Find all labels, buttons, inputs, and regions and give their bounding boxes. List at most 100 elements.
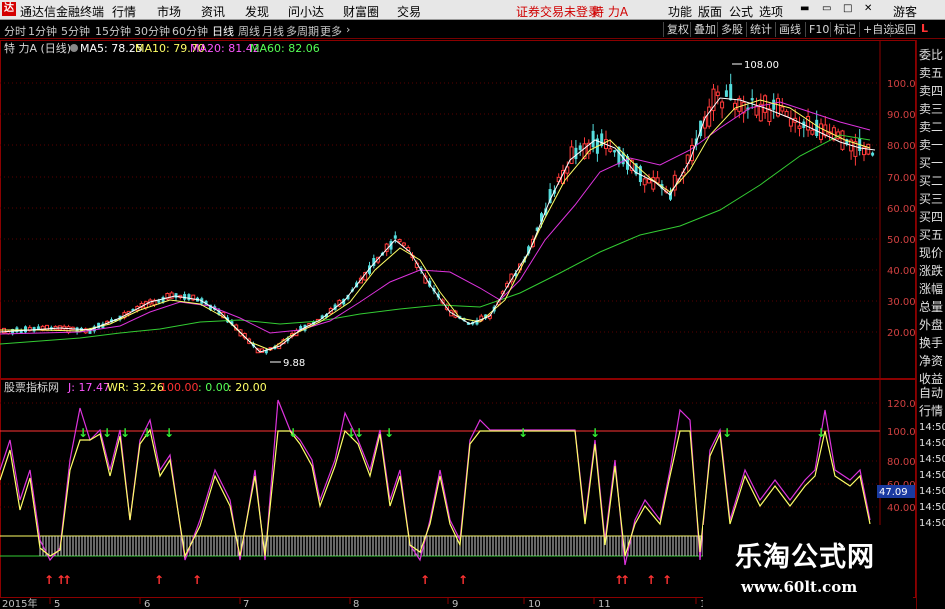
candle-body bbox=[810, 129, 815, 135]
app-title: 通达信金融终端 bbox=[20, 5, 105, 19]
adjust-button[interactable]: 复权 bbox=[663, 22, 692, 37]
x-axis-label: 6 bbox=[144, 599, 150, 609]
sell-signal-arrow-icon: ↓ bbox=[590, 426, 600, 440]
guest-label[interactable]: 游客 bbox=[893, 3, 917, 20]
indicator-line-0: : 0.00 bbox=[198, 381, 230, 394]
tab-weekly[interactable]: 周线 bbox=[238, 23, 260, 39]
tab-5min[interactable]: 5分钟 bbox=[61, 23, 90, 39]
tick-time: 14:50 bbox=[919, 454, 945, 465]
chart-title: 特 力A (日线) bbox=[4, 41, 71, 55]
label-bid3: 买三 bbox=[919, 192, 944, 206]
candle-body bbox=[608, 148, 613, 152]
label-price: 现价 bbox=[919, 246, 944, 260]
label-ask2: 卖二 bbox=[919, 120, 944, 134]
menu-formula[interactable]: 公式 bbox=[729, 3, 753, 20]
x-axis-labels: 2015年 5 6 7 8 9 10 11 12 bbox=[2, 597, 713, 609]
more-chevron-icon[interactable]: › bbox=[346, 23, 350, 36]
low-annotation: 9.88 bbox=[283, 358, 305, 369]
restore-icon[interactable]: ▭ bbox=[822, 3, 831, 14]
buy-signal-arrow-icon: ↑ bbox=[420, 573, 430, 587]
login-status[interactable]: 证券交易未登录 bbox=[516, 3, 600, 20]
menu-quotes[interactable]: 行情 bbox=[112, 3, 136, 20]
indicator-j-value: J: 17.47 bbox=[67, 381, 110, 394]
candle-body bbox=[815, 119, 819, 136]
menu-news[interactable]: 资讯 bbox=[201, 3, 225, 20]
buy-signal-arrow-icon: ↑ bbox=[44, 573, 54, 587]
x-axis-label: 10 bbox=[528, 599, 541, 609]
statistics-button[interactable]: 统计 bbox=[746, 22, 775, 37]
candle-body bbox=[393, 235, 397, 239]
x-axis-label: 2015年 bbox=[2, 597, 37, 609]
candle-body bbox=[724, 90, 728, 97]
tab-15min[interactable]: 15分钟 bbox=[95, 23, 131, 39]
menu-wealth[interactable]: 财富圈 bbox=[343, 3, 379, 20]
tick-time: 14:50 bbox=[919, 470, 945, 481]
x-axis-label: 11 bbox=[598, 599, 611, 609]
tab-daily[interactable]: 日线 bbox=[212, 23, 234, 39]
candle-body bbox=[750, 98, 754, 101]
candle-body bbox=[729, 84, 733, 101]
x-axis-label: 8 bbox=[353, 599, 359, 609]
price-tick: 30.00 bbox=[887, 297, 916, 308]
candle-body bbox=[613, 150, 617, 153]
mark-button[interactable]: 标记 bbox=[830, 22, 859, 37]
label-quotes[interactable]: 行情 bbox=[919, 402, 943, 419]
label-outer-volume: 外盘 bbox=[919, 318, 944, 332]
indicator-tick: 100.00 bbox=[887, 427, 916, 438]
label-bid5: 买五 bbox=[919, 228, 944, 242]
candle-body bbox=[397, 239, 402, 243]
current-value-text: 47.09 bbox=[879, 487, 908, 498]
sell-signal-arrow-icon: ↓ bbox=[384, 426, 394, 440]
tab-multi-period[interactable]: 多周期 bbox=[286, 23, 319, 39]
candle-body bbox=[720, 101, 725, 109]
menu-discover[interactable]: 发现 bbox=[245, 3, 269, 20]
candle-body bbox=[819, 123, 823, 140]
menu-function[interactable]: 功能 bbox=[668, 3, 692, 20]
menu-ask[interactable]: 问小达 bbox=[288, 3, 324, 20]
menu-options[interactable]: 选项 bbox=[759, 3, 783, 20]
candle-body bbox=[763, 95, 768, 113]
menu-market[interactable]: 市场 bbox=[157, 3, 181, 20]
kline-chart[interactable]: 100.00 90.00 80.00 70.00 60.00 50.00 40.… bbox=[0, 40, 916, 609]
tab-60min[interactable]: 60分钟 bbox=[172, 23, 208, 39]
tab-1min[interactable]: 1分钟 bbox=[28, 23, 57, 39]
buy-signal-arrow-icon: ↑ bbox=[62, 573, 72, 587]
multi-stock-button[interactable]: 多股 bbox=[717, 22, 746, 37]
ma20-line bbox=[0, 101, 871, 335]
label-change: 涨跌 bbox=[919, 264, 944, 278]
price-tick: 60.00 bbox=[887, 204, 916, 215]
tab-monthly[interactable]: 月线 bbox=[262, 23, 284, 39]
minimize-icon[interactable]: ▬ bbox=[800, 3, 809, 14]
f10-button[interactable]: F10 bbox=[805, 22, 832, 37]
indicator-line-20: : 20.00 bbox=[228, 381, 267, 394]
candle-body bbox=[578, 145, 582, 150]
candle-body bbox=[707, 106, 712, 127]
label-order-ratio: 委比 bbox=[919, 48, 944, 62]
candle-body bbox=[754, 105, 759, 116]
label-ask4: 卖四 bbox=[919, 84, 944, 98]
indicator-tick: 40.00 bbox=[887, 503, 916, 514]
candle-body bbox=[183, 294, 187, 300]
overlay-button[interactable]: 叠加 bbox=[690, 22, 719, 37]
draw-line-button[interactable]: 画线 bbox=[775, 22, 804, 37]
back-button[interactable]: 返回 bbox=[890, 22, 919, 37]
tab-intraday[interactable]: 分时 bbox=[4, 23, 26, 39]
settings-circle-icon[interactable] bbox=[70, 44, 78, 52]
maximize-icon[interactable]: □ bbox=[843, 3, 852, 14]
price-tick: 100.00 bbox=[887, 79, 916, 90]
candle-body bbox=[574, 147, 578, 160]
menu-trade[interactable]: 交易 bbox=[397, 3, 421, 20]
menu-layout[interactable]: 版面 bbox=[698, 3, 722, 20]
watermark-title: 乐淘公式网 bbox=[735, 542, 875, 573]
label-ask3: 卖三 bbox=[919, 102, 944, 116]
price-tick: 80.00 bbox=[887, 141, 916, 152]
tab-more[interactable]: 更多 bbox=[320, 23, 342, 39]
close-icon[interactable]: ✕ bbox=[864, 3, 872, 14]
buy-signal-arrow-icon: ↑ bbox=[646, 573, 656, 587]
ma5-label: MA5: 78.25 bbox=[80, 42, 143, 55]
label-auto[interactable]: 自动 bbox=[919, 384, 943, 401]
tab-30min[interactable]: 30分钟 bbox=[134, 23, 170, 39]
label-ask1: 卖一 bbox=[919, 138, 944, 152]
label-bid2: 买二 bbox=[919, 174, 944, 188]
buy-signal-arrow-icon: ↑ bbox=[662, 573, 672, 587]
